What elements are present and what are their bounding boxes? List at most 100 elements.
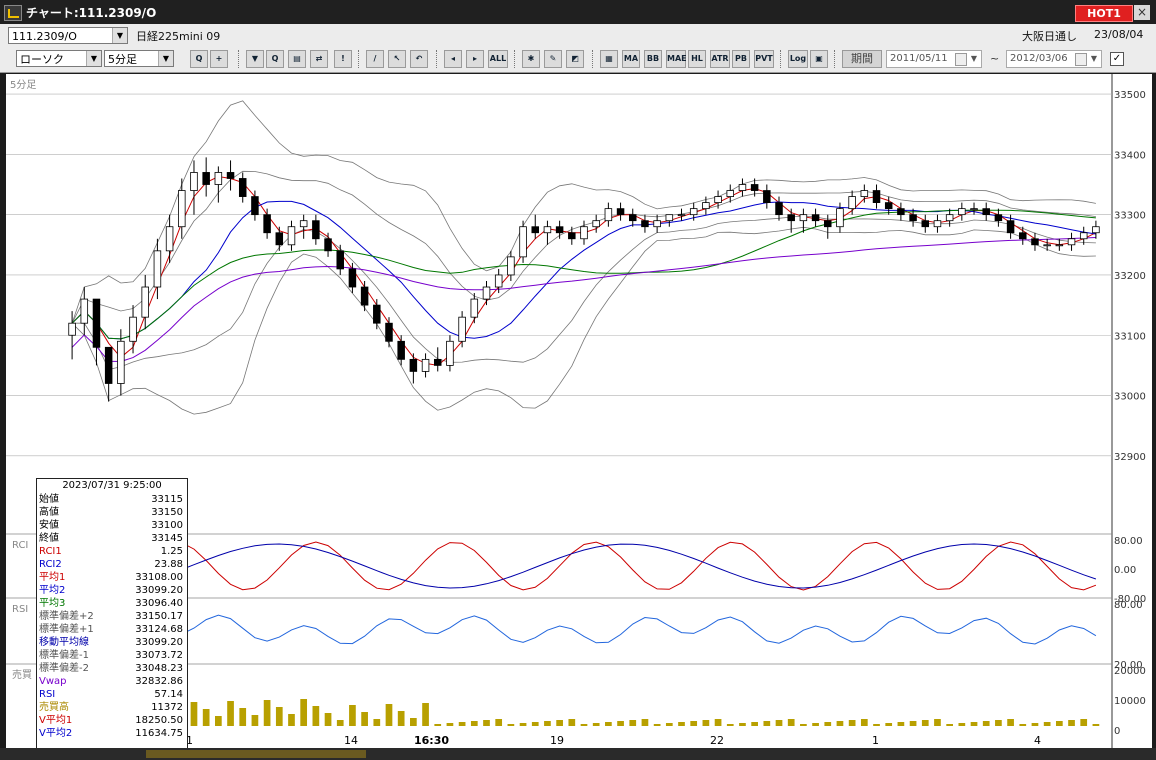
- price-tick-label: 33200: [1114, 271, 1146, 282]
- candle-body: [872, 190, 881, 203]
- volume-bar: [1031, 723, 1039, 726]
- scrollbar-thumb[interactable]: [146, 750, 366, 758]
- candle-body: [336, 250, 344, 270]
- hl-icon[interactable]: HL: [688, 50, 706, 68]
- candle-body: [373, 304, 381, 324]
- candle-body: [129, 316, 137, 342]
- volume-bar: [763, 721, 771, 726]
- close-button[interactable]: ×: [1134, 5, 1150, 20]
- candle-body: [482, 286, 491, 300]
- crosshair-icon[interactable]: +: [210, 50, 228, 68]
- magnify-icon[interactable]: Q: [266, 50, 284, 68]
- grid-icon[interactable]: ▦: [600, 50, 618, 68]
- chart-type-value: ローソク: [20, 53, 64, 66]
- log-icon[interactable]: Log: [788, 50, 808, 68]
- candle-body: [1067, 238, 1076, 246]
- candle-body: [629, 214, 637, 222]
- color-icon[interactable]: ◩: [566, 50, 584, 68]
- candle-body: [726, 190, 735, 197]
- candle-body: [665, 214, 674, 222]
- candle-body: [580, 226, 588, 240]
- pvt-icon[interactable]: PVT: [754, 50, 774, 68]
- all-icon[interactable]: ALL: [488, 50, 508, 68]
- volume-bar: [751, 722, 758, 726]
- rci-tick-label: 80.00: [1114, 536, 1143, 547]
- volume-tick-label: 20000: [1114, 666, 1146, 677]
- data-row: 高値 33150: [39, 506, 183, 519]
- instrument-name: 日経225mini 09: [136, 30, 221, 43]
- volume-bar: [1007, 719, 1014, 726]
- data-row: 標準偏差+1 33124.68: [39, 623, 183, 636]
- candle-add-icon[interactable]: ▼: [246, 50, 264, 68]
- volume-bar: [739, 723, 746, 726]
- chart-app-icon: [4, 5, 22, 21]
- candle-body: [787, 214, 795, 222]
- candle-body: [458, 316, 466, 342]
- volume-bar: [202, 709, 210, 726]
- date-from-field[interactable]: 2011/05/11 ▼: [886, 50, 982, 68]
- candle-body: [738, 184, 747, 191]
- chevron-down-icon[interactable]: ▼: [968, 52, 980, 66]
- candle-body: [494, 274, 503, 288]
- period-checkbox[interactable]: ✓: [1110, 52, 1124, 66]
- toolbar-separator: [834, 50, 837, 68]
- symbol-select[interactable]: 111.2309/O ▼: [8, 27, 128, 44]
- calendar-icon[interactable]: [955, 53, 967, 66]
- volume-bar: [605, 722, 612, 726]
- volume-tick-label: 10000: [1114, 696, 1146, 707]
- settings-icon[interactable]: ✱: [522, 50, 540, 68]
- data-row: RCI2 23.88: [39, 558, 183, 571]
- tool-icon[interactable]: ✎: [544, 50, 562, 68]
- atr-icon[interactable]: ATR: [710, 50, 730, 68]
- interval-select[interactable]: 5分足 ▼: [104, 50, 174, 67]
- volume-bar: [1043, 722, 1051, 726]
- data-row-value: 33150.17: [135, 611, 183, 622]
- chevron-down-icon[interactable]: ▼: [112, 28, 127, 43]
- volume-bar: [422, 703, 429, 726]
- alert-icon[interactable]: !: [334, 50, 352, 68]
- data-row: 標準偏差-1 33073.72: [39, 649, 183, 662]
- time-axis-label: 4: [1034, 734, 1041, 747]
- data-row-label: 安値: [39, 520, 59, 531]
- volume-bar: [665, 723, 673, 726]
- data-row: 平均3 33096.40: [39, 597, 183, 610]
- zoom-icon[interactable]: Q: [190, 50, 208, 68]
- candle-body: [312, 220, 320, 240]
- data-row: RSI 57.14: [39, 688, 183, 701]
- scrollbar[interactable]: [0, 748, 1156, 760]
- candle-body: [397, 340, 405, 360]
- data-row-label: 標準偏差+1: [39, 624, 94, 635]
- chevron-down-icon[interactable]: ▼: [158, 51, 173, 66]
- right-icon[interactable]: ▸: [466, 50, 484, 68]
- chart-type-select[interactable]: ローソク ▼: [16, 50, 102, 67]
- candle-body: [178, 190, 186, 228]
- calendar-icon[interactable]: [1075, 53, 1087, 66]
- data-row: 標準偏差-2 33048.23: [39, 662, 183, 675]
- data-row-label: RCI2: [39, 559, 62, 570]
- volume-bar: [702, 720, 710, 726]
- left-icon[interactable]: ◂: [444, 50, 462, 68]
- volume-bar: [239, 708, 247, 726]
- pen-icon[interactable]: /: [366, 50, 384, 68]
- period-button[interactable]: 期間: [842, 50, 882, 68]
- rsi-panel-label: RSI: [12, 604, 28, 615]
- candle-body: [446, 340, 454, 366]
- export-icon[interactable]: ▣: [810, 50, 828, 68]
- hot1-button[interactable]: HOT1: [1075, 5, 1133, 22]
- volume-bar: [446, 723, 454, 726]
- candle-body: [543, 226, 552, 234]
- price-tick-label: 33100: [1114, 331, 1146, 342]
- chart-icon[interactable]: ▤: [288, 50, 306, 68]
- bb-icon[interactable]: BB: [644, 50, 662, 68]
- ma-icon[interactable]: MA: [622, 50, 640, 68]
- compare-icon[interactable]: ⇄: [310, 50, 328, 68]
- chevron-down-icon[interactable]: ▼: [1088, 52, 1100, 66]
- time-axis-label: 14: [344, 734, 358, 747]
- date-to-field[interactable]: 2012/03/06 ▼: [1006, 50, 1102, 68]
- undo-icon[interactable]: ↶: [410, 50, 428, 68]
- candle-body: [604, 208, 613, 222]
- cursor-icon[interactable]: ↖: [388, 50, 406, 68]
- mae-icon[interactable]: MAE: [666, 50, 687, 68]
- pb-icon[interactable]: PB: [732, 50, 750, 68]
- chevron-down-icon[interactable]: ▼: [86, 51, 101, 66]
